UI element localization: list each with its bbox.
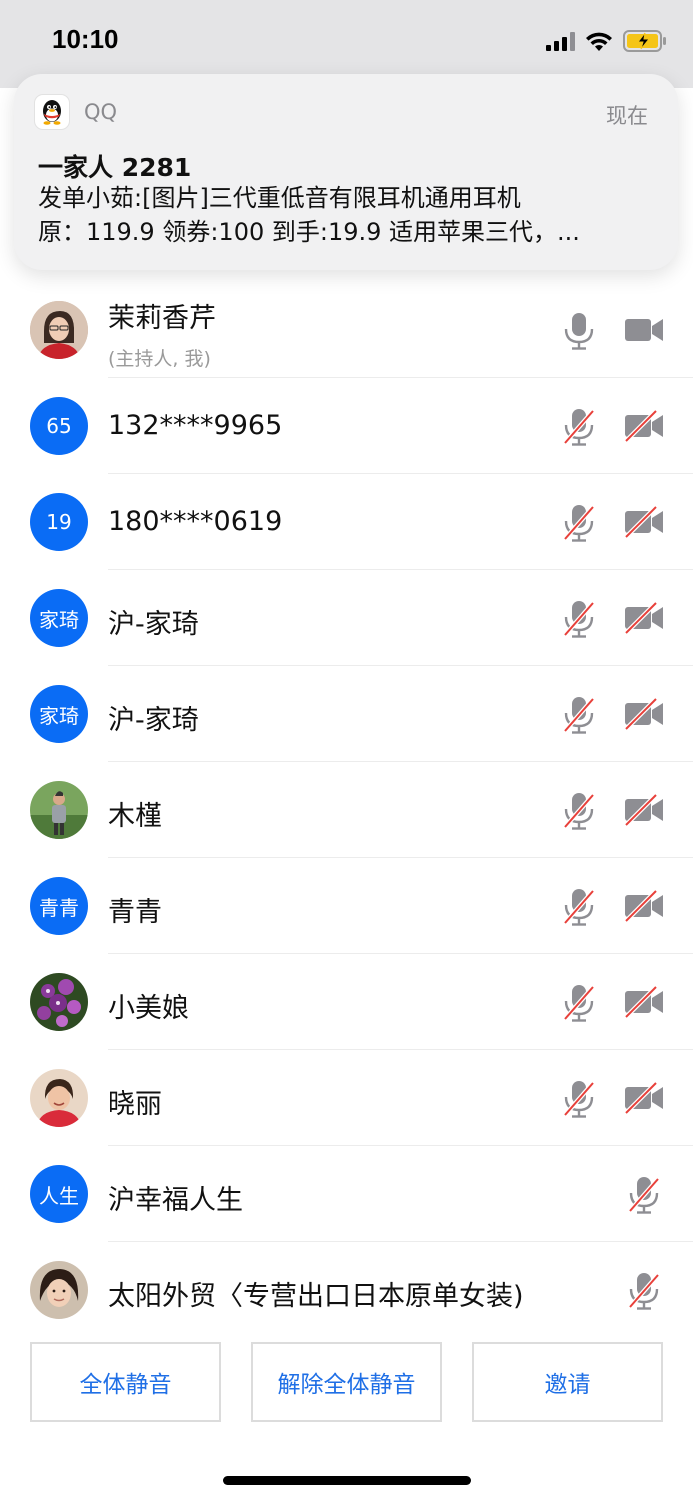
participant-row[interactable]: 人生 沪幸福人生 xyxy=(0,1146,693,1242)
video-camera-off-icon[interactable] xyxy=(624,696,664,732)
participant-avatar xyxy=(30,1069,88,1127)
participant-avatar xyxy=(30,973,88,1031)
battery-charging-icon xyxy=(623,30,666,52)
notification-line-2: 原：119.9 领券:100 到手:19.9 适用苹果三代，... xyxy=(38,218,580,246)
video-camera-off-icon[interactable] xyxy=(624,888,664,924)
microphone-muted-icon[interactable] xyxy=(562,792,596,830)
status-time: 10:10 xyxy=(52,24,119,54)
participant-avatar: 家琦 xyxy=(30,589,88,647)
participant-name: 132****9965 xyxy=(108,410,283,441)
notification-line-1: 发单小茹:[图片]三代重低音有限耳机通用耳机 xyxy=(38,184,521,212)
microphone-muted-icon[interactable] xyxy=(562,888,596,926)
wifi-icon xyxy=(586,32,612,51)
participant-avatar: 家琦 xyxy=(30,685,88,743)
microphone-muted-icon[interactable] xyxy=(562,696,596,734)
participant-name: 180****0619 xyxy=(108,506,283,537)
microphone-muted-icon[interactable] xyxy=(562,1080,596,1118)
participant-row[interactable]: 木槿 xyxy=(0,762,693,858)
video-camera-off-icon[interactable] xyxy=(624,984,664,1020)
video-camera-off-icon[interactable] xyxy=(624,600,664,636)
invite-button[interactable]: 邀请 xyxy=(472,1342,663,1422)
microphone-muted-icon[interactable] xyxy=(562,408,596,446)
participant-name: 晓丽 xyxy=(108,1089,162,1120)
participant-name: 木槿 xyxy=(108,801,162,832)
participant-row[interactable]: 茉莉香芹 (主持人, 我) xyxy=(0,282,693,378)
video-camera-off-icon[interactable] xyxy=(624,1080,664,1116)
video-camera-off-icon[interactable] xyxy=(624,504,664,540)
participant-row[interactable]: 65 132****9965 xyxy=(0,378,693,474)
notification-banner[interactable]: QQ 现在 一家人 2281 发单小茹:[图片]三代重低音有限耳机通用耳机 原：… xyxy=(14,74,678,270)
participant-row[interactable]: 青青 青青 xyxy=(0,858,693,954)
participant-name: 茉莉香芹 xyxy=(108,303,216,334)
participant-avatar xyxy=(30,781,88,839)
participant-row[interactable]: 小美娘 xyxy=(0,954,693,1050)
microphone-muted-icon[interactable] xyxy=(627,1272,661,1310)
microphone-muted-icon[interactable] xyxy=(562,504,596,542)
microphone-icon[interactable] xyxy=(562,312,596,350)
participant-name: 沪幸福人生 xyxy=(108,1185,243,1216)
participant-avatar: 19 xyxy=(30,493,88,551)
participant-avatar xyxy=(30,1261,88,1319)
participant-name: 太阳外贸〈专营出口日本原单女装) xyxy=(108,1281,524,1312)
notification-app-name: QQ xyxy=(84,100,118,124)
microphone-muted-icon[interactable] xyxy=(562,984,596,1022)
participant-avatar: 青青 xyxy=(30,877,88,935)
mute-all-button[interactable]: 全体静音 xyxy=(30,1342,221,1422)
participant-name: 小美娘 xyxy=(108,993,189,1024)
participant-row[interactable]: 家琦 沪-家琦 xyxy=(0,570,693,666)
qq-app-icon xyxy=(34,94,70,130)
participant-row[interactable]: 太阳外贸〈专营出口日本原单女装) xyxy=(0,1242,693,1338)
video-camera-icon[interactable] xyxy=(624,312,664,348)
participant-role: (主持人, 我) xyxy=(108,348,211,370)
unmute-all-button[interactable]: 解除全体静音 xyxy=(251,1342,442,1422)
microphone-muted-icon[interactable] xyxy=(562,600,596,638)
participant-avatar xyxy=(30,301,88,359)
video-camera-off-icon[interactable] xyxy=(624,792,664,828)
notification-body: 发单小茹:[图片]三代重低音有限耳机通用耳机 原：119.9 领券:100 到手… xyxy=(38,181,638,249)
participant-avatar: 人生 xyxy=(30,1165,88,1223)
video-camera-off-icon[interactable] xyxy=(624,408,664,444)
participant-avatar: 65 xyxy=(30,397,88,455)
participant-name: 沪-家琦 xyxy=(108,609,199,640)
participant-name: 沪-家琦 xyxy=(108,705,199,736)
status-icons xyxy=(546,30,667,52)
participant-row[interactable]: 晓丽 xyxy=(0,1050,693,1146)
home-indicator[interactable] xyxy=(223,1476,471,1485)
participant-name: 青青 xyxy=(108,897,162,928)
notification-title: 一家人 2281 xyxy=(38,153,192,182)
participant-row[interactable]: 家琦 沪-家琦 xyxy=(0,666,693,762)
participant-row[interactable]: 19 180****0619 xyxy=(0,474,693,570)
notification-time: 现在 xyxy=(606,104,648,128)
microphone-muted-icon[interactable] xyxy=(627,1176,661,1214)
cellular-signal-icon xyxy=(546,31,575,51)
